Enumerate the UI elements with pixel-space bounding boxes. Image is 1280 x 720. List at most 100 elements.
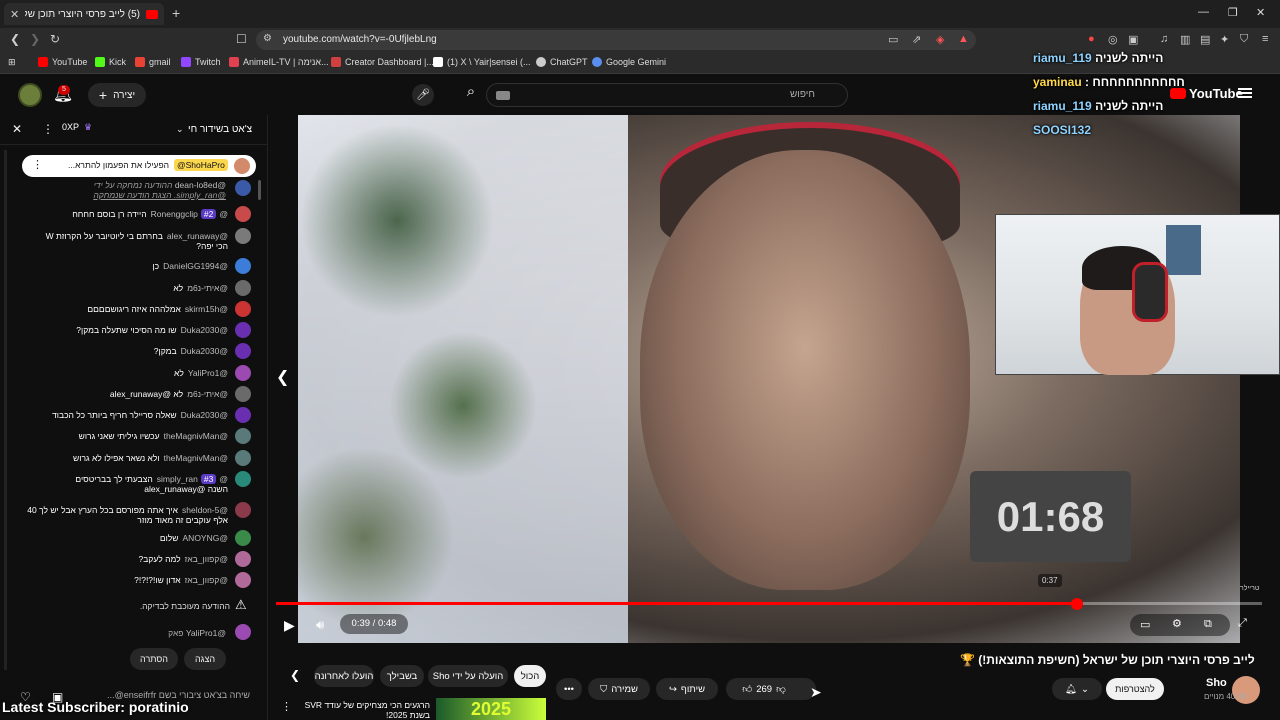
chat-author[interactable]: @YaliPro1 [188,368,228,378]
chat-author[interactable]: @איתי-נ6מ [187,389,228,399]
browser-tab[interactable]: (5) לייב פרסי היוצרי תוכן של ישר ✕ [4,3,164,25]
bookmark-twitch[interactable]: Twitch [181,57,221,67]
play-icon[interactable]: ▶ [284,617,295,634]
apps-icon[interactable]: ⊞ [8,57,16,68]
extension2-icon[interactable]: ▣ [1128,33,1138,46]
bookmark-youtube[interactable]: YouTube [38,57,87,67]
wallet-icon[interactable]: ▤ [1200,33,1210,46]
brave-shield-icon[interactable]: ◈ [936,33,944,46]
chat-author[interactable]: @simply_ran [157,474,228,484]
hide-message-button[interactable]: הסתרה [130,648,178,670]
chat-message[interactable]: @YaliPro1 לא [22,368,228,378]
chat-message[interactable]: @sheldon-5איך אתה מפורסם בכל הערץ אבל יש… [22,505,228,515]
filter-all[interactable]: הכול [514,665,546,687]
chat-author[interactable]: @Duka2030 [181,346,228,356]
vpn-icon[interactable]: ⛉ [1240,33,1248,46]
chat-message[interactable]: @theMagnivMan עכשיו גיליתי שאני גרוש [22,431,228,441]
show-message-button[interactable]: הצגה [184,648,226,670]
bookmark-x[interactable]: (1) X \ Yair|sensei (... [433,57,531,67]
dislike-icon[interactable]: 👎︎ [776,683,786,695]
save-button[interactable]: שמירה ⛉ [588,678,650,700]
new-tab-icon[interactable]: + [172,5,180,21]
pinned-message[interactable]: ⋮ הפעילו את הפעמון להתרא... @ShoHaPro [22,155,256,177]
chat-message[interactable]: @איתי-נ6מלא @alex_runaway [22,389,228,399]
share-button[interactable]: שיתוף ↪ [656,678,718,700]
ai-icon[interactable]: ✦ [1220,33,1229,46]
url-text[interactable]: youtube.com/watch?v=-0UfjlebLng [283,34,437,45]
chat-message[interactable]: @קפוון_באז אדון שו!?!?!? [22,575,228,585]
chat-message[interactable]: @Ronenggclip#2 היידה רן בוסם חחחח [22,209,228,219]
maximize-icon[interactable]: ❐ [1228,6,1238,19]
rewards-icon[interactable]: ▲ [958,33,969,45]
keyboard-icon[interactable] [496,91,510,100]
chat-author[interactable]: @Ronenggclip [151,209,228,219]
chat-message[interactable]: @ANOYNG שלום [22,533,228,543]
chat-author[interactable]: @Duka2030 [181,410,228,420]
chat-author[interactable]: @Duka2030 [181,325,228,335]
chat-author[interactable]: @ANOYNG [183,533,228,543]
chat-message[interactable]: @theMagnivMan ולא נשאר אפילו לא גרוש [22,453,228,463]
bookmark-icon[interactable]: ☐ [236,32,247,46]
subscribe-button[interactable]: להצטרפות [1106,678,1164,700]
volume-icon[interactable]: 🔊︎ [316,617,324,633]
music-icon[interactable]: ♫ [1160,33,1168,45]
chat-author[interactable]: @skirm15h [185,304,228,314]
chat-collapse-chevron-icon[interactable]: ❮ [276,367,289,387]
filter-for-you[interactable]: בשבילך [380,665,424,687]
close-tab-icon[interactable]: ✕ [10,8,19,21]
search-icon[interactable]: ⌕ [456,83,486,107]
chat-message[interactable]: @alex_runaway בחרתם בי ליוטיובר על הקרוזת… [22,231,228,241]
chat-message[interactable]: @DanielGG1994כן [22,261,228,271]
share-page-icon[interactable]: ⇗ [912,33,921,46]
chat-title[interactable]: צ'אט בשידור חי [188,124,252,135]
sidebar-icon[interactable]: ▥ [1180,33,1190,46]
reload-icon[interactable]: ↻ [50,32,60,46]
recommended-title[interactable]: הרגעים הכי מצחיקים של עודד SVR בשנת 2025! [300,700,430,720]
chat-message[interactable]: @Duka2030 שו מה הסיכוי שתעלה במקן? [22,325,228,335]
account-avatar[interactable] [18,83,42,107]
voice-search-icon[interactable]: 🎤︎ [412,84,434,106]
hamburger-menu-icon[interactable] [1238,88,1252,98]
chat-author[interactable]: @DanielGG1994 [163,261,228,271]
like-icon[interactable]: 👍︎ [742,683,752,695]
create-button[interactable]: יצירה + [88,83,146,107]
chat-author[interactable]: @קפוון_באז [185,575,228,585]
fullscreen-icon[interactable]: ⤢ [1238,617,1247,630]
chat-mode-dropdown-icon[interactable]: ⌄ [176,124,184,135]
filters-scroll-icon[interactable]: ❮ [290,668,300,682]
chat-author[interactable]: @sheldon-5 [182,505,228,515]
filter-recent[interactable]: הועלו לאחרונה [314,665,374,687]
chat-message[interactable]: @Duka2030 במקן? [22,346,228,356]
bookmark-kick[interactable]: Kick [95,57,126,67]
minimize-icon[interactable]: — [1198,6,1209,18]
recommended-more-icon[interactable]: ⋮ [281,700,292,713]
channel-name[interactable]: Sho [1206,677,1227,689]
forward-icon[interactable]: ❯ [30,32,40,46]
chat-author[interactable]: @איתי-נ6מ [187,283,228,293]
subtitles-icon[interactable]: ▭ [1140,618,1150,631]
browser-menu-icon[interactable]: ≡ [1262,33,1268,45]
chat-message[interactable]: @skirm15h אמלההה איזה ריגושםםםם [22,304,228,314]
like-count[interactable]: 269 [756,684,772,695]
back-icon[interactable]: ❮ [10,32,20,46]
chat-message[interactable]: @איתי-נ6מלא [22,283,228,293]
bookmark-gemini[interactable]: Google Gemini [592,57,666,67]
chat-author[interactable]: @theMagnivMan [164,453,228,463]
extension-icon[interactable]: ◎ [1108,33,1118,46]
close-window-icon[interactable]: ✕ [1256,6,1265,19]
chat-author[interactable]: @alex_runaway [167,231,228,241]
chat-scrollbar[interactable] [4,150,7,670]
site-info-icon[interactable]: ⚙ [263,33,272,44]
deleted-message-link[interactable]: @simply_ran. הצגת הודעה שנמחקה [40,190,226,200]
pinned-more-icon[interactable]: ⋮ [32,158,43,171]
bookmark-creator-dashboard[interactable]: Creator Dashboard |... [331,57,434,67]
chat-message[interactable]: @קפוון_באז למה לעקב? [22,554,228,564]
recommended-thumbnail[interactable]: 2025 [436,698,546,720]
bookmark-animeil[interactable]: AnimeIL-TV | אנימה... [229,57,329,67]
chat-more-icon[interactable]: ⋮ [42,122,54,136]
bookmark-chatgpt[interactable]: ChatGPT [536,57,588,67]
miniplayer-icon[interactable]: ⧉ [1204,618,1212,631]
bookmark-gmail[interactable]: gmail [135,57,171,67]
notifications-dropdown[interactable]: ⌄ 🔔︎ [1052,678,1102,700]
chat-message[interactable]: @Duka2030 שאלה סריילר חריף ביותר כל הכבוד [22,410,228,420]
